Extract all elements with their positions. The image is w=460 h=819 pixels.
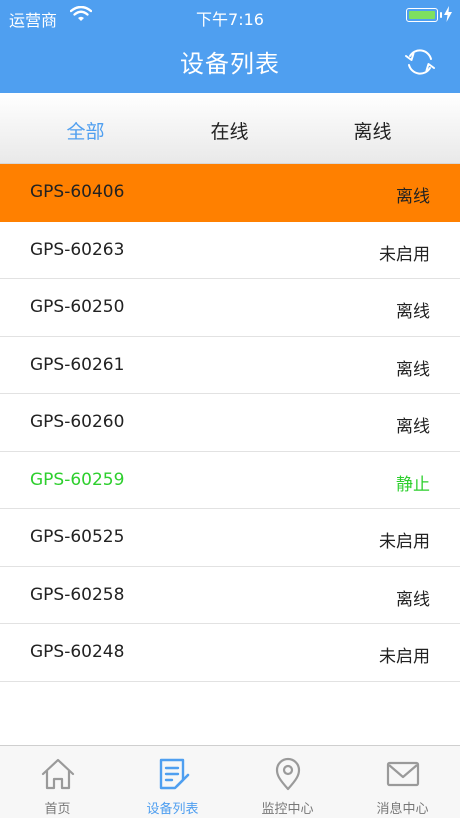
device-status: 离线 <box>396 359 430 380</box>
device-status: 离线 <box>396 187 430 207</box>
refresh-icon[interactable] <box>404 46 436 78</box>
tab-online[interactable]: 在线 <box>153 117 306 144</box>
envelope-icon <box>386 761 420 787</box>
device-row[interactable]: GPS-60263 未启用 <box>0 222 460 279</box>
home-icon <box>41 758 75 790</box>
device-list: GPS-60406 离线 GPS-60263 未启用 GPS-60250 离线 … <box>0 164 460 682</box>
battery-nub <box>440 12 442 18</box>
device-status: 静止 <box>396 474 430 495</box>
tab-offline[interactable]: 离线 <box>296 117 449 144</box>
device-row[interactable]: GPS-60258 离线 <box>0 567 460 624</box>
device-row[interactable]: GPS-60406 离线 <box>0 164 460 222</box>
device-status: 未启用 <box>379 647 430 667</box>
filter-tabs: 全部 在线 离线 <box>0 93 460 164</box>
tabbar-home[interactable]: 首页 <box>0 746 115 819</box>
tabbar-message-center[interactable]: 消息中心 <box>345 746 460 819</box>
device-name: GPS-60260 <box>30 412 125 432</box>
device-name: GPS-60263 <box>30 239 125 260</box>
device-status: 未启用 <box>379 532 430 552</box>
header: 运营商 下午7:16 设备列表 <box>0 0 460 93</box>
device-row[interactable]: GPS-60248 未启用 <box>0 624 460 682</box>
device-name: GPS-60250 <box>30 297 125 317</box>
tabbar-label: 监控中心 <box>261 802 314 817</box>
tabbar-label: 首页 <box>44 802 71 817</box>
device-status: 未启用 <box>379 244 430 265</box>
device-status: 离线 <box>396 417 430 437</box>
device-name: GPS-60248 <box>30 642 125 662</box>
device-name: GPS-60261 <box>30 354 125 375</box>
device-name: GPS-60525 <box>30 527 125 547</box>
location-pin-icon <box>275 757 301 791</box>
device-row[interactable]: GPS-60259 静止 <box>0 452 460 509</box>
status-bar: 运营商 下午7:16 <box>0 0 460 32</box>
device-row[interactable]: GPS-60260 离线 <box>0 394 460 452</box>
device-status: 离线 <box>396 589 430 610</box>
tabbar-device-list[interactable]: 设备列表 <box>115 746 230 819</box>
bottom-tab-bar: 首页 设备列表 监控中心 消息中心 <box>0 745 460 818</box>
charging-bolt-icon <box>444 6 452 22</box>
tabbar-label: 消息中心 <box>376 802 429 817</box>
device-row[interactable]: GPS-60525 未启用 <box>0 509 460 567</box>
device-name: GPS-60259 <box>30 469 125 490</box>
battery-icon <box>406 8 438 22</box>
tab-all[interactable]: 全部 <box>9 117 162 144</box>
page-title: 设备列表 <box>180 50 280 78</box>
clock: 下午7:16 <box>196 10 264 29</box>
device-name: GPS-60406 <box>30 182 125 202</box>
tabbar-monitor-center[interactable]: 监控中心 <box>230 746 345 819</box>
tabbar-label: 设备列表 <box>146 802 199 817</box>
device-row[interactable]: GPS-60250 离线 <box>0 279 460 337</box>
device-list-icon <box>159 758 190 790</box>
device-status: 离线 <box>396 302 430 322</box>
device-name: GPS-60258 <box>30 584 125 605</box>
device-row[interactable]: GPS-60261 离线 <box>0 337 460 394</box>
